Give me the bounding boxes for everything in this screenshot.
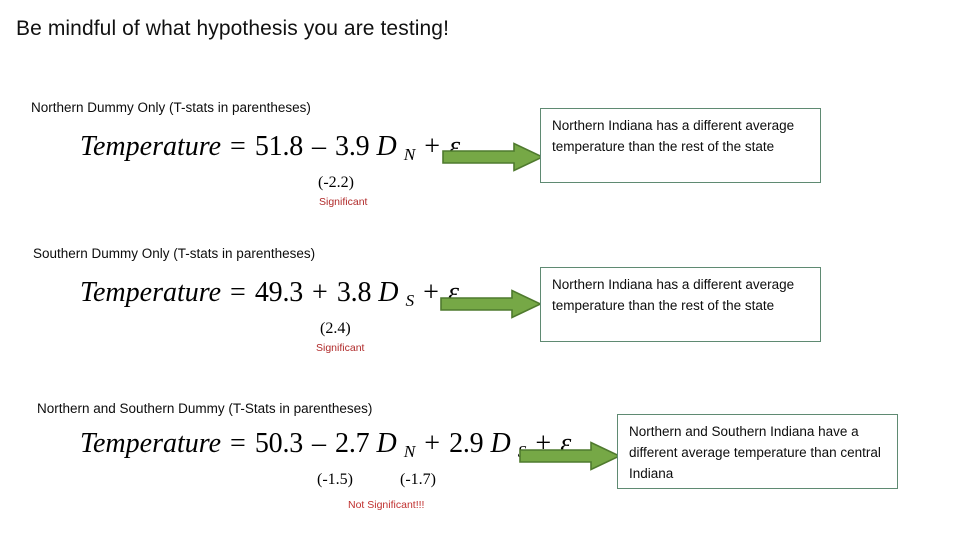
- significance-note-northern-southern: Not Significant!!!: [348, 499, 425, 511]
- equation-term1-subscript: N: [403, 441, 416, 461]
- section-label-northern-southern: Northern and Southern Dummy (T-Stats in …: [37, 401, 373, 416]
- equation-term1-op: +: [312, 277, 328, 308]
- equation-equals: =: [230, 428, 246, 459]
- tstat-northern: (-2.2): [318, 174, 354, 191]
- equation-error-op: +: [424, 131, 441, 162]
- equation-term1-subscript: S: [405, 290, 415, 310]
- equation-term1-op: –: [312, 428, 327, 459]
- equation-term1-var: D: [376, 131, 397, 162]
- equation-term1-var: D: [376, 428, 397, 459]
- section-label-southern: Southern Dummy Only (T-stats in parenthe…: [33, 246, 316, 261]
- tstat-northern-dummy: (-1.5): [317, 471, 353, 488]
- equation-northern: Temperature = 51.8 – 3.9 D N + ε: [80, 131, 460, 164]
- equation-term1-subscript: N: [403, 144, 416, 164]
- equation-term2-op: +: [424, 428, 441, 459]
- callout-box-southern: Northern Indiana has a different average…: [540, 267, 821, 342]
- tstat-southern-dummy: (-1.7): [400, 471, 436, 488]
- significance-note-southern: Significant: [316, 342, 365, 354]
- equation-equals: =: [230, 277, 246, 308]
- equation-equals: =: [230, 131, 246, 162]
- equation-term2-coef: 2.9: [449, 428, 484, 459]
- callout-box-northern-southern: Northern and Southern Indiana have a dif…: [617, 414, 898, 489]
- right-arrow-icon: [442, 142, 544, 172]
- equation-intercept: 50.3: [254, 428, 304, 459]
- section-label-northern: Northern Dummy Only (T-stats in parenthe…: [31, 100, 311, 115]
- equation-intercept: 51.8: [254, 131, 304, 162]
- page-title: Be mindful of what hypothesis you are te…: [16, 17, 450, 40]
- equation-northern-southern: Temperature = 50.3 – 2.7 D N + 2.9 D S +…: [80, 428, 571, 461]
- right-arrow-icon: [440, 289, 542, 319]
- equation-lhs: Temperature: [80, 277, 222, 308]
- equation-term1-op: –: [312, 131, 327, 162]
- equation-term1-var: D: [378, 277, 399, 308]
- equation-lhs: Temperature: [80, 131, 222, 162]
- equation-intercept: 49.3: [254, 277, 304, 308]
- callout-box-northern: Northern Indiana has a different average…: [540, 108, 821, 183]
- slide-canvas: Be mindful of what hypothesis you are te…: [0, 0, 960, 540]
- equation-southern: Temperature = 49.3 + 3.8 D S + ε: [80, 277, 459, 310]
- equation-term1-coef: 3.8: [336, 277, 372, 308]
- equation-term1-coef: 2.7: [335, 428, 370, 459]
- right-arrow-icon: [519, 441, 621, 471]
- tstat-southern: (2.4): [320, 320, 351, 337]
- significance-note-northern: Significant: [319, 196, 368, 208]
- equation-term1-coef: 3.9: [335, 131, 370, 162]
- equation-lhs: Temperature: [80, 428, 222, 459]
- equation-error-op: +: [423, 277, 439, 308]
- equation-term2-var: D: [490, 428, 511, 459]
